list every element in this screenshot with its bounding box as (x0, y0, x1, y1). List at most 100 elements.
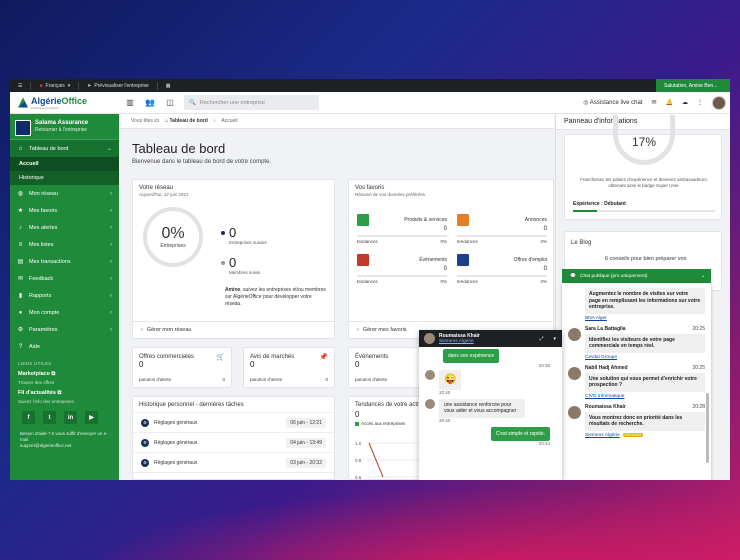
avatar (424, 333, 435, 344)
home-icon: ⌂ (165, 118, 169, 124)
breadcrumb-home[interactable]: ⌂ Tableau de bord (165, 118, 208, 124)
favorite-item[interactable]: Annonces 0 tendances 0% (457, 214, 547, 244)
sidebar-subitem-1[interactable]: Historique (10, 171, 119, 185)
sidebar-item-item-3[interactable]: ♪ Mes alertes ‹ (10, 219, 119, 236)
company-link[interactable]: Siemens Algérie PREMIUM (585, 432, 705, 438)
favorite-item[interactable]: Événements 0 tendances 0% (357, 254, 447, 284)
globe-icon: ◍ (17, 191, 24, 197)
chevron-icon: ‹ (110, 292, 112, 299)
alert-card[interactable]: Offres commerciales 0 🛒 parution d'alerte 0 (132, 347, 232, 388)
help-icon: ? (18, 343, 23, 350)
star-icon: ★ (17, 208, 24, 214)
chat-icon: 💬 (570, 273, 576, 279)
chevron-down-icon: ▾ (67, 82, 71, 89)
lifebuoy-icon: ◎ (583, 100, 589, 106)
more-icon[interactable]: ⋮ (697, 99, 703, 106)
chevron-icon: ‹ (110, 258, 112, 265)
sidebar-item-item-9[interactable]: ⚙ Paramètres ‹ (10, 321, 119, 338)
sidebar-item-item-4[interactable]: ≡ Mes listes ‹ (10, 236, 119, 253)
send-icon: ➤ (87, 82, 92, 89)
support-email-link[interactable]: support@algerieoffice.net (20, 443, 71, 448)
sidebar-item-dashboard[interactable]: ⌂ Tableau de bord ⌄ (10, 140, 119, 157)
manage-network-link[interactable]: › Gérer mon réseau (133, 321, 334, 338)
preview-company-link[interactable]: ➤ Prévisualiser l'entreprise (79, 79, 157, 92)
alert-card[interactable]: Avis de marchés 0 📌 parution d'alerte 0 (243, 347, 335, 388)
search-icon: 🔍 (189, 99, 196, 106)
company-link[interactable]: CIVD Informatique (585, 394, 705, 399)
message-bubble: une assistance renforcée pour vous aider… (439, 398, 525, 418)
pin-icon: 📌 (319, 354, 328, 361)
avatar[interactable] (712, 95, 726, 110)
sidebar-item-item-2[interactable]: ★ Mes favoris ‹ (10, 202, 119, 219)
chevron-icon: ‹ (110, 190, 112, 197)
logo[interactable]: AlgérieOffice Professional network (10, 96, 120, 110)
live-chat-button[interactable]: ◎ Assistance live chat (583, 99, 642, 106)
chevron-down-icon[interactable]: ⌄ (701, 274, 711, 279)
notification-icon[interactable]: 🔔 (666, 99, 673, 106)
task-row[interactable]: ⚙ Réglages généraux 04 juin - 13:49 (133, 433, 334, 453)
company-link[interactable]: Cevital Groupe (585, 355, 705, 360)
experience-card: 17% Franchissez les paliers d'expérience… (564, 115, 722, 220)
company-link[interactable]: Siemens Algérie (439, 339, 480, 344)
breadcrumb: Vous êtes ici ⌂ Tableau de bord › Accuei… (119, 114, 554, 129)
private-chat-window: Roumaissa Khair Siemens Algérie ⤢ ▾ dans… (419, 330, 562, 480)
blog-post-link[interactable]: 6 conseils pour bien préparer vos (565, 246, 721, 262)
search-input[interactable]: 🔍 Rechercher une entreprise (184, 95, 319, 110)
stack-icon[interactable]: ◫ (160, 98, 180, 107)
users-icon[interactable]: 👥 (140, 98, 160, 107)
gear-icon: ⚙ (17, 327, 24, 333)
building-icon[interactable]: ▥ (120, 98, 140, 107)
page-subtitle: Bienvenue dans le tableau de bord de vot… (132, 159, 272, 165)
sidebar-item-item-6[interactable]: ✉ Feedback ‹ (10, 270, 119, 287)
news-feed-link[interactable]: Fil d'actualités ⧉ (10, 388, 119, 399)
favorite-item[interactable]: Offres d'emploi 0 tendances 0% (457, 254, 547, 284)
chevron-icon: ‹ (110, 224, 112, 231)
followed-members-stat: 0 Membres suivis (221, 256, 260, 275)
experience-bar (573, 210, 715, 212)
favorite-icon (457, 214, 469, 226)
experience-bar-fill (573, 210, 598, 212)
facebook-icon[interactable]: f (22, 411, 35, 424)
network-card: Votre réseau Aujourd'hui, 12 juin 2021 0… (132, 179, 335, 339)
marketplace-link[interactable]: Marketplace ⧉ (10, 369, 119, 380)
linkedin-icon[interactable]: in (64, 411, 77, 424)
user-greeting[interactable]: Salutation, Amine Ben... (656, 79, 730, 92)
company-logo (15, 120, 31, 136)
y-tick-label: 0.6 (355, 475, 362, 479)
expand-icon[interactable]: ⤢ (539, 336, 543, 342)
close-icon[interactable]: ▾ (547, 336, 562, 342)
external-link-icon: ⧉ (57, 390, 62, 396)
settings-icon: ⚙ (141, 458, 149, 467)
sidebar: Salama Assurance Retourner à l'entrepris… (10, 114, 119, 480)
favorites-card: Vos favoris Résumé de vos données préfér… (348, 179, 554, 339)
message-bubble: C'est simple et rapide. (490, 427, 550, 441)
company-switcher[interactable]: Salama Assurance Retourner à l'entrepris… (10, 114, 119, 140)
network-ring: 0% Entreprises (143, 207, 203, 267)
company-link[interactable]: BNA Alger (585, 316, 705, 321)
task-row[interactable]: ⚙ Réglages généraux 03 juin - 20:32 (133, 453, 334, 473)
sidebar-item-item-7[interactable]: ▮ Rapports ‹ (10, 287, 119, 304)
sidebar-subitem-0[interactable]: Accueil (10, 157, 119, 171)
sidebar-item-item-10[interactable]: ? Aide (10, 338, 119, 355)
task-row[interactable]: ⚙ Réglages généraux 06 juin - 12:21 (133, 413, 334, 433)
chevron-icon: ‹ (110, 275, 112, 282)
cloud-icon[interactable]: ☁ (682, 99, 688, 106)
avatar (568, 327, 581, 341)
public-chat-header[interactable]: 💬 Chat publique (pro uniquement) ⌄ (562, 269, 711, 283)
message-bubble: dans son expérience (443, 349, 500, 363)
header: AlgérieOffice Professional network ▥ 👥 ◫… (10, 92, 730, 114)
twitter-icon[interactable]: t (43, 411, 56, 424)
grid-icon[interactable]: ▦ (158, 79, 179, 92)
language-select[interactable]: ■ Français ▾ (31, 79, 78, 92)
favorite-item[interactable]: Produits & services 0 tendances 0% (357, 214, 447, 244)
sidebar-item-item-1[interactable]: ◍ Mon réseau ‹ (10, 185, 119, 202)
y-tick-label: 0.8 (355, 458, 362, 463)
help-text: Besoin d'aide ? Il vous suffit d'envoyer… (20, 431, 108, 449)
scrollbar[interactable] (706, 393, 709, 463)
experience-gauge: 17% (613, 115, 675, 165)
sidebar-item-item-8[interactable]: ● Mon compte ‹ (10, 304, 119, 321)
apps-menu-icon[interactable]: ☰ (10, 79, 30, 92)
sidebar-item-item-5[interactable]: ▤ Mes transactions ‹ (10, 253, 119, 270)
mail-icon[interactable]: ✉ (651, 99, 656, 106)
youtube-icon[interactable]: ▶ (85, 411, 98, 424)
